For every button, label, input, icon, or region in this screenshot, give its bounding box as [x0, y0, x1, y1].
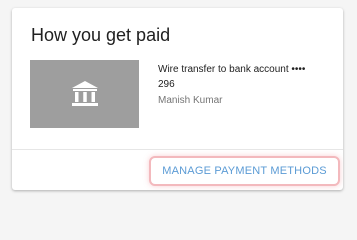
how-you-get-paid-card: How you get paid Wire transfer to bank a… — [12, 8, 343, 190]
payment-method-description: Wire transfer to bank account •••• — [158, 64, 306, 75]
card-title: How you get paid — [31, 25, 171, 45]
account-holder-name: Manish Kumar — [158, 95, 223, 106]
manage-payment-methods-button[interactable]: MANAGE PAYMENT METHODS — [149, 156, 340, 186]
payment-method-thumbnail — [30, 60, 139, 128]
card-divider — [12, 149, 343, 150]
bank-icon — [71, 81, 98, 106]
account-number-suffix: 296 — [158, 79, 175, 90]
